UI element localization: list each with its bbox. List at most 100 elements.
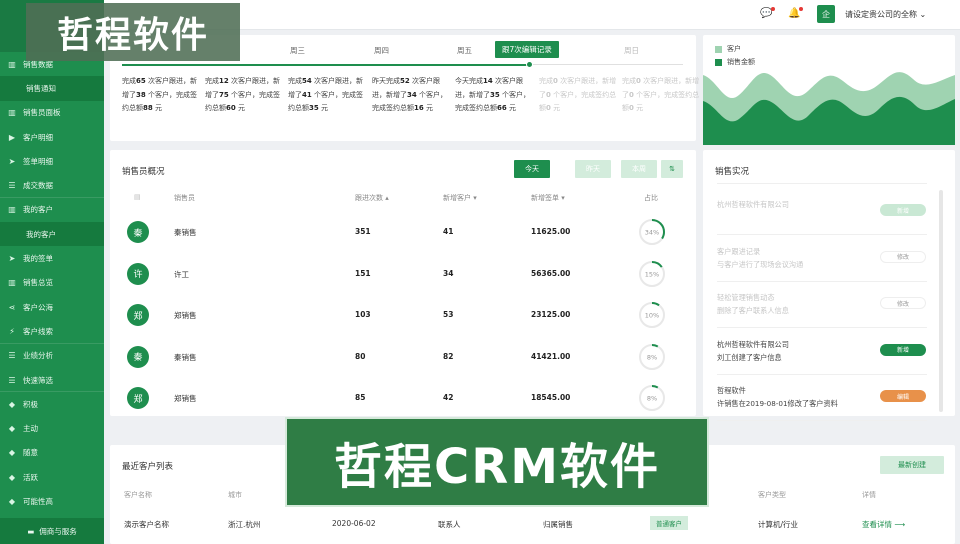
customer-date: 2020-06-02 <box>332 519 376 528</box>
cell-name: 秦销售 <box>174 352 197 362</box>
customer-name[interactable]: 演示客户名称 <box>124 519 169 530</box>
cell-follow: 151 <box>355 268 371 278</box>
sidebar-item-label: 我的客户 <box>26 229 56 239</box>
sidebar-item-label: 可能性高 <box>23 496 53 506</box>
filter-yesterday-button[interactable]: 昨天 <box>575 160 611 178</box>
select-all-icon[interactable]: ▤ <box>134 193 141 201</box>
sidebar-item[interactable]: ➤ 签单明细 <box>0 149 104 173</box>
stat-text: 完成 <box>622 77 636 85</box>
header-new-customers[interactable]: 新增客户 ▾ <box>443 193 477 203</box>
header-new-orders[interactable]: 新增签单 ▾ <box>531 193 565 203</box>
sidebar-item[interactable]: ◆ 随意 <box>0 441 104 465</box>
sidebar-item[interactable]: 销售通知 <box>0 76 104 101</box>
ring-label: 8% <box>647 395 657 403</box>
tab-friday[interactable]: 周五 <box>457 45 472 56</box>
stat-number: 88 <box>143 104 153 112</box>
activity-action-button[interactable]: 新增 <box>880 343 926 356</box>
sidebar-item[interactable]: ◆ 可能性高 <box>0 489 104 513</box>
stat-number: 0 <box>629 90 634 99</box>
stat-number: 0 <box>546 104 551 112</box>
list-icon: ☰ <box>8 375 16 385</box>
stat-number: 0 <box>546 90 551 99</box>
activity-item: 杭州哲程软件有限公司 刘工创建了客户信息 <box>717 338 877 364</box>
stat-text: 个客户，完成签约总额 <box>622 90 700 113</box>
sidebar-item[interactable]: ⋖ 客户公海 <box>0 295 104 319</box>
table-row[interactable]: 许 许工 151 34 56365.00 15% <box>110 254 696 294</box>
header-detail: 详情 <box>862 491 876 499</box>
header-follow-count[interactable]: 跟进次数 ▴ <box>355 193 389 203</box>
cell-follow: 80 <box>355 351 366 361</box>
ring-label: 15% <box>645 270 659 278</box>
activity-action-button[interactable]: 修改 <box>880 297 926 309</box>
view-detail-link[interactable]: 查看详情 ⟶ <box>862 519 905 530</box>
company-avatar[interactable]: 企 <box>817 5 835 23</box>
filter-today-button[interactable]: 今天 <box>514 160 550 178</box>
sidebar-item[interactable]: ◆ 积极 <box>0 392 104 416</box>
tab-thursday[interactable]: 周四 <box>374 45 389 56</box>
header-share: 占比 <box>644 194 658 202</box>
sidebar-item[interactable]: ☰ 快速筛选 <box>0 368 104 393</box>
sidebar-item-label: 随意 <box>23 448 38 458</box>
tab-today[interactable]: 跟7次编辑记录 <box>495 41 559 58</box>
sidebar-item-label: 业绩分析 <box>23 351 53 361</box>
stat-text: 完成 <box>122 77 136 85</box>
stat-number: 35 <box>309 104 319 112</box>
sidebar-item[interactable]: 我的客户 <box>0 222 104 247</box>
cell-follow: 85 <box>355 393 366 402</box>
avatar: 许 <box>127 262 149 285</box>
sidebar-item-label: 客户公海 <box>23 302 53 312</box>
filter-week-button[interactable]: 本周 <box>621 160 657 178</box>
company-name[interactable]: 请设定贵公司的全称 ⌄ <box>845 9 926 20</box>
table-row[interactable]: 秦 秦销售 80 82 41421.00 8% <box>110 337 696 377</box>
bell-icon[interactable]: 🔔 <box>788 7 804 19</box>
latest-created-button[interactable]: 最新创建 <box>880 456 944 474</box>
tab-wednesday[interactable]: 周三 <box>290 45 305 56</box>
sidebar-item[interactable]: ☰ 业绩分析 <box>0 344 104 368</box>
sort-icon[interactable]: ⇅ <box>661 160 683 178</box>
header-city: 城市 <box>228 491 242 499</box>
cell-new-orders: 56365.00 <box>531 268 571 278</box>
sidebar-item-label: 我的签单 <box>23 254 53 264</box>
stat-text: 个客户，完成签约总额 <box>539 90 617 113</box>
tab-sunday[interactable]: 周日 <box>624 45 639 56</box>
activity-action-button[interactable]: 新增 <box>880 204 926 216</box>
divider <box>717 234 927 235</box>
sales-activity-title: 销售实况 <box>715 167 750 177</box>
stat-number: 65 <box>136 77 146 85</box>
sidebar-item[interactable]: ◆ 主动 <box>0 416 104 440</box>
customer-city: 浙江.杭州 <box>228 520 261 529</box>
activity-action-button[interactable]: 修改 <box>880 250 926 263</box>
stat-number: 60 <box>226 104 236 112</box>
sidebar-item[interactable]: ▶ 客户明细 <box>0 125 104 149</box>
divider <box>717 183 927 184</box>
sidebar-bottom-item[interactable]: ▬ 佣商与服务 <box>0 518 104 544</box>
sidebar-item-label: 销售员面板 <box>23 108 61 118</box>
stat-number: 66 <box>497 104 507 112</box>
sidebar-item[interactable]: ➤ 我的签单 <box>0 246 104 270</box>
sidebar-item[interactable]: ◆ 活跃 <box>0 465 104 489</box>
sidebar-item[interactable]: ▥ 销售员面板 <box>0 101 104 125</box>
bars-icon: ▥ <box>8 108 16 118</box>
scrollbar[interactable] <box>939 190 943 412</box>
message-icon[interactable]: 💬 <box>760 7 776 19</box>
avatar: 郑 <box>127 387 149 409</box>
stat-number: 0 <box>553 77 558 85</box>
sidebar-item[interactable]: ▥ 我的客户 <box>0 198 104 222</box>
activity-action-button[interactable]: 编辑 <box>880 390 926 402</box>
sidebar-item[interactable]: ☰ 成交数据 <box>0 173 104 199</box>
share-ring: 10% <box>639 302 665 328</box>
sidebar-item[interactable]: ⚡ 客户线索 <box>0 319 104 344</box>
sales-activity-panel: 销售实况 杭州哲程软件有限公司 新增 客户跟进记录 与客户进行了现场会议沟通 修改 轻松管… <box>703 150 955 421</box>
table-row[interactable]: 秦 秦销售 351 41 11625.00 34% <box>110 212 696 252</box>
stat-number: 54 <box>302 77 312 85</box>
stat-text: 元 <box>237 104 245 112</box>
sidebar-item[interactable]: ▥ 销售总览 <box>0 271 104 295</box>
sidebar-item-label: 我的客户 <box>23 205 53 215</box>
bars-icon: ▥ <box>8 278 16 288</box>
table-row[interactable]: 郑 郑销售 103 53 23125.00 10% <box>110 295 696 335</box>
table-row[interactable]: 郑 郑销售 85 42 18545.00 8% <box>110 378 696 418</box>
cell-name: 郑销售 <box>174 311 197 320</box>
recent-customers-title: 最近客户列表 <box>122 462 174 472</box>
stat-text: 昨天完成 <box>372 77 400 85</box>
stat-number: 35 <box>490 90 500 99</box>
